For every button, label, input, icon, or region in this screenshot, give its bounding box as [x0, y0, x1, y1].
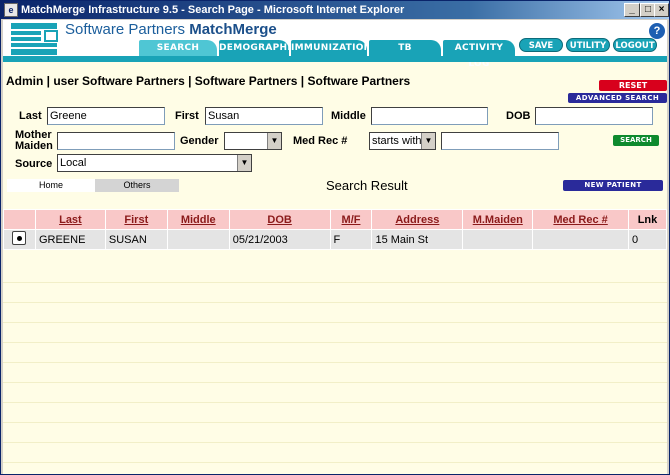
tab-immunizations[interactable]: IMMUNIZATIONS — [291, 40, 378, 56]
med-rec-mode-select[interactable]: starts with ▼ — [369, 132, 436, 150]
breadcrumb: Admin | user Software Partners | Softwar… — [6, 74, 411, 88]
last-name-input[interactable]: Greene — [47, 107, 165, 125]
search-result-title: Search Result — [326, 178, 408, 193]
cell-first: SUSAN — [104, 229, 168, 250]
mother-maiden-input[interactable] — [57, 132, 175, 150]
results-table: Last First Middle DOB M/F Address M.Maid… — [3, 209, 667, 250]
browser-window: e MatchMerge Infrastructure 9.5 - Search… — [0, 0, 670, 475]
tab-tb[interactable]: TB — [369, 40, 441, 56]
column-header-first[interactable]: First — [104, 209, 168, 230]
first-name-input[interactable]: Susan — [205, 107, 323, 125]
chevron-down-icon: ▼ — [237, 155, 251, 171]
subtab-others[interactable]: Others — [95, 179, 179, 192]
save-button[interactable]: SAVE — [519, 38, 563, 52]
utility-button[interactable]: UTILITY — [566, 38, 610, 52]
ie-icon: e — [4, 3, 18, 17]
close-button[interactable]: × — [654, 3, 669, 17]
first-label: First — [175, 110, 199, 122]
tab-demographics[interactable]: DEMOGRAPHICS — [219, 40, 305, 56]
column-header-dob[interactable]: DOB — [228, 209, 331, 230]
column-header-lnk: Lnk — [627, 209, 667, 230]
dob-input[interactable] — [535, 107, 653, 125]
last-label: Last — [19, 110, 42, 122]
row-select-cell[interactable] — [3, 229, 36, 250]
minimize-button[interactable]: _ — [624, 3, 640, 17]
column-header-mf[interactable]: M/F — [329, 209, 373, 230]
cell-dob: 05/21/2003 — [228, 229, 331, 250]
cell-mmaiden — [462, 229, 534, 250]
chevron-down-icon: ▼ — [421, 133, 435, 149]
column-header-mmaiden[interactable]: M.Maiden — [462, 209, 534, 230]
header-divider — [3, 56, 667, 62]
cell-last: GREENE — [34, 229, 106, 250]
source-select[interactable]: Local ▼ — [57, 154, 252, 172]
window-title: MatchMerge Infrastructure 9.5 - Search P… — [21, 4, 405, 16]
med-rec-label: Med Rec # — [293, 135, 348, 147]
tab-search[interactable]: SEARCH — [139, 40, 217, 56]
cell-address: 15 Main St — [371, 229, 464, 250]
column-header-address[interactable]: Address — [371, 209, 464, 230]
med-rec-input[interactable] — [441, 132, 559, 150]
middle-label: Middle — [331, 110, 366, 122]
column-header-medrec[interactable]: Med Rec # — [532, 209, 629, 230]
gender-select[interactable]: ▼ — [224, 132, 282, 150]
search-button[interactable]: SEARCH — [613, 135, 659, 146]
row-radio-button[interactable] — [12, 231, 27, 245]
cell-mf: F — [329, 229, 373, 250]
advanced-search-button[interactable]: ADVANCED SEARCH — [568, 93, 667, 103]
tab-activity-log[interactable]: ACTIVITY LOG — [443, 40, 515, 69]
logout-button[interactable]: LOGOUT — [613, 38, 657, 52]
chevron-down-icon: ▼ — [267, 133, 281, 149]
cell-medrec — [532, 229, 629, 250]
dob-label: DOB — [506, 110, 531, 122]
page-content: Software Partners MatchMerge ? SEARCH DE… — [3, 20, 667, 474]
middle-name-input[interactable] — [371, 107, 488, 125]
cell-middle — [166, 229, 230, 250]
source-label: Source — [15, 158, 53, 170]
brand-title: Software Partners MatchMerge — [65, 21, 277, 38]
title-bar: e MatchMerge Infrastructure 9.5 - Search… — [1, 1, 669, 19]
table-row[interactable]: GREENE SUSAN 05/21/2003 F 15 Main St 0 — [3, 229, 667, 250]
help-icon[interactable]: ? — [649, 23, 665, 39]
new-patient-button[interactable]: NEW PATIENT — [563, 180, 663, 191]
reset-button[interactable]: RESET — [599, 80, 667, 91]
column-header-middle[interactable]: Middle — [166, 209, 230, 230]
column-header-last[interactable]: Last — [34, 209, 106, 230]
gender-label: Gender — [180, 135, 219, 147]
mother-maiden-label: Mother Maiden — [15, 129, 53, 152]
subtab-home[interactable]: Home — [7, 179, 95, 192]
select-column-header — [3, 209, 36, 230]
table-header-row: Last First Middle DOB M/F Address M.Maid… — [3, 209, 667, 230]
cell-lnk: 0 — [627, 229, 667, 250]
matchmerge-logo-icon — [11, 23, 58, 55]
